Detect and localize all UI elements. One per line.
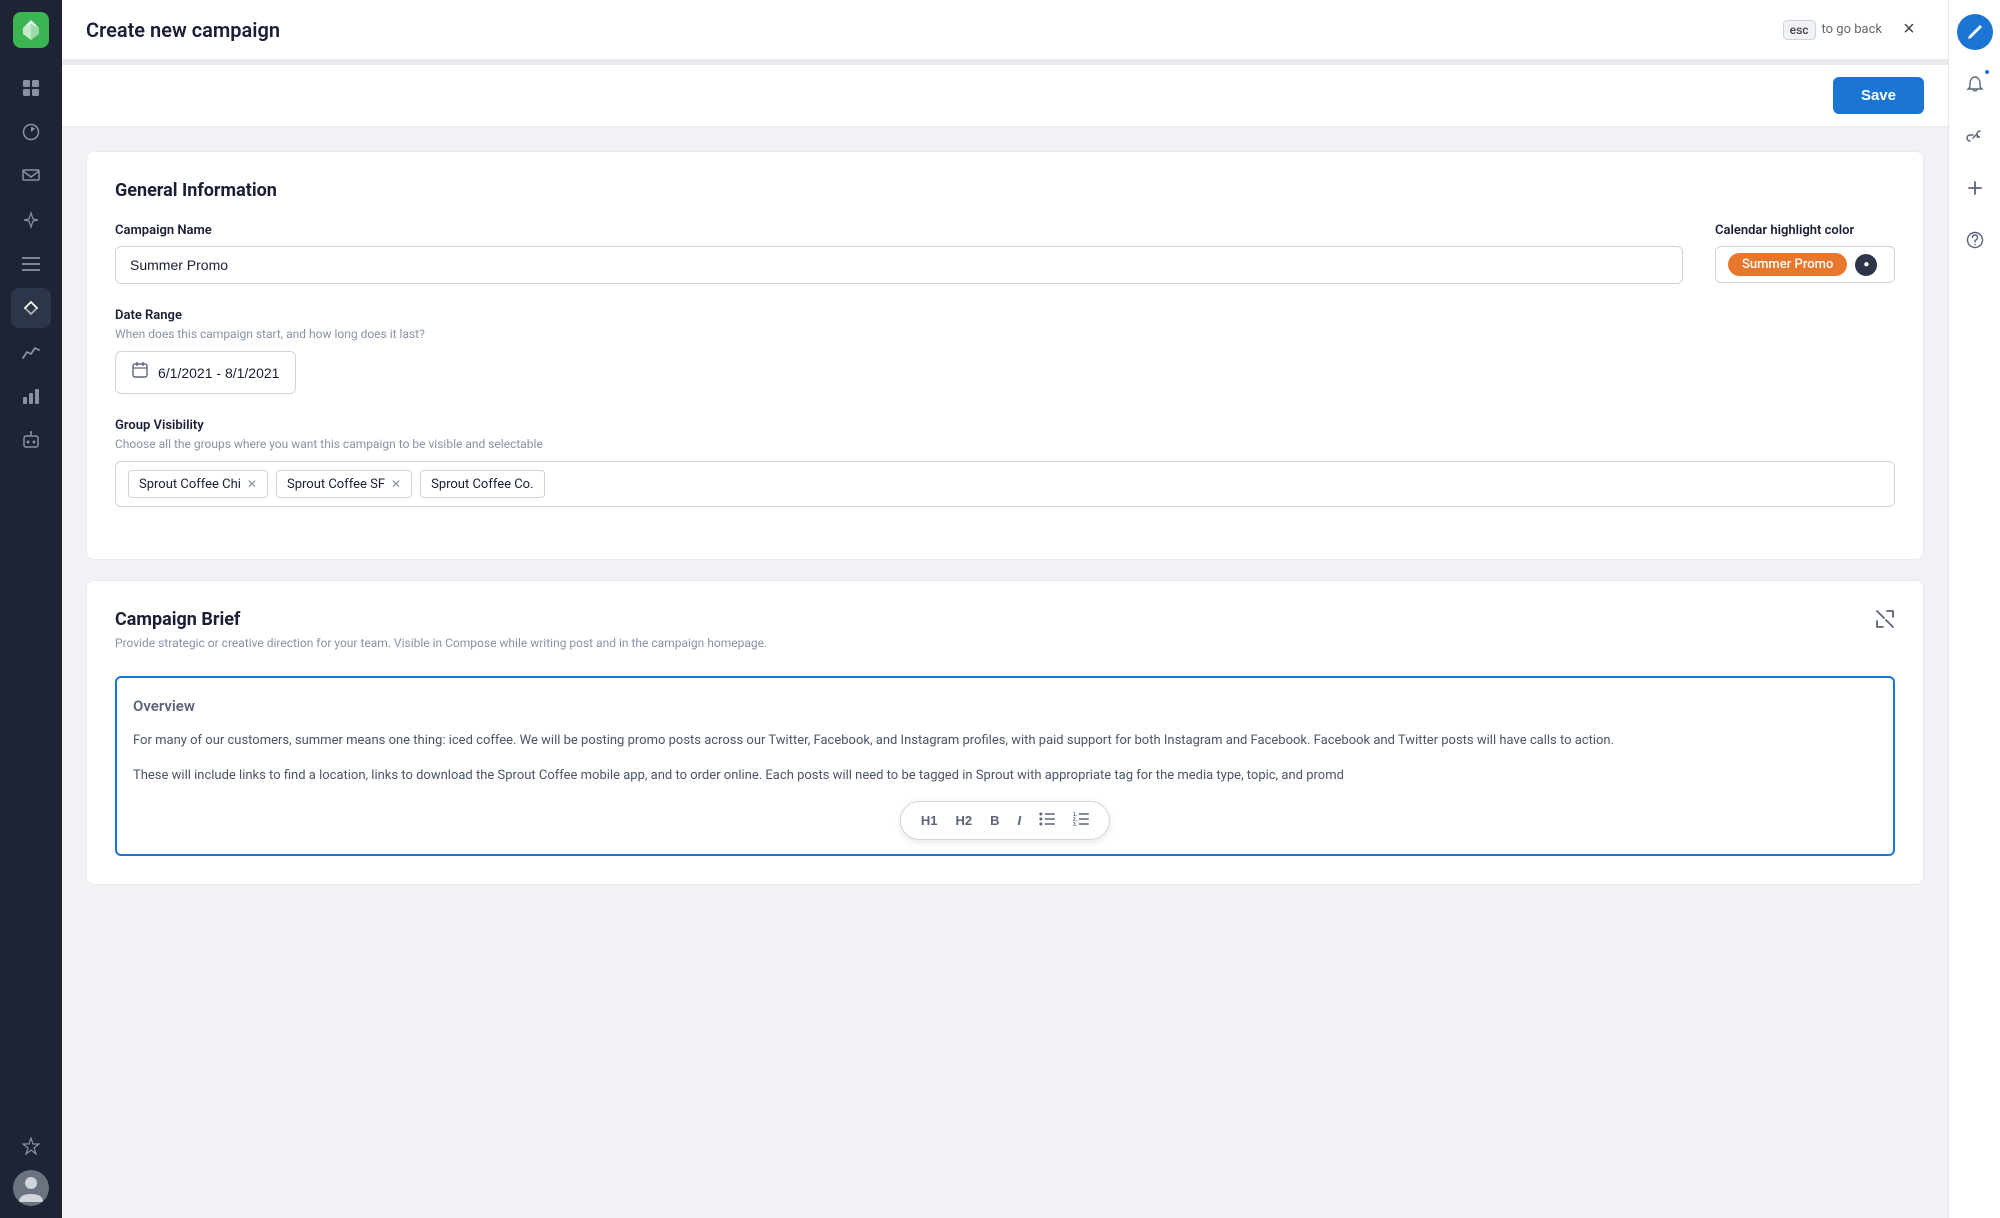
tag-sprout-coffee-chi: Sprout Coffee Chi ✕	[128, 470, 268, 498]
tag-remove-btn[interactable]: ✕	[391, 478, 401, 490]
user-avatar[interactable]	[13, 1170, 49, 1206]
save-button[interactable]: Save	[1833, 77, 1924, 114]
page-header: Create new campaign esc to go back ×	[62, 0, 1948, 60]
header-actions: esc to go back ×	[1783, 15, 1924, 45]
campaign-brief-card: Campaign Brief Provide strategic or crea…	[86, 580, 1924, 885]
right-panel	[1948, 0, 2000, 1218]
h2-button[interactable]: H2	[947, 809, 980, 832]
editor-toolbar: H1 H2 B I	[900, 801, 1110, 840]
brief-editor[interactable]: Overview For many of our customers, summ…	[115, 676, 1895, 856]
brief-text-2: These will include links to find a locat…	[133, 765, 1877, 786]
general-information-title: General Information	[115, 180, 1895, 201]
svg-text:3.: 3.	[1073, 822, 1078, 826]
tag-sprout-coffee-sf: Sprout Coffee SF ✕	[276, 470, 412, 498]
calendar-icon	[132, 362, 148, 383]
campaign-brief-sub: Provide strategic or creative direction …	[115, 636, 767, 650]
group-visibility-input[interactable]: Sprout Coffee Chi ✕ Sprout Coffee SF ✕ S…	[115, 461, 1895, 507]
campaign-name-row: Campaign Name Calendar highlight color S…	[115, 223, 1895, 284]
tag-sprout-coffee-co: Sprout Coffee Co.	[420, 470, 544, 498]
go-back-label: to go back	[1822, 22, 1882, 37]
compose-icon[interactable]	[1957, 14, 1993, 50]
link-icon[interactable]	[1957, 118, 1993, 154]
date-range-section: Date Range When does this campaign start…	[115, 308, 1895, 394]
bold-button[interactable]: B	[982, 809, 1007, 832]
main-content: Create new campaign esc to go back × Sav…	[62, 0, 1948, 1218]
sidebar-item-star[interactable]	[11, 1126, 51, 1166]
campaign-name-group: Campaign Name	[115, 223, 1683, 284]
expand-button[interactable]	[1875, 609, 1895, 633]
add-icon[interactable]	[1957, 170, 1993, 206]
group-visibility-label: Group Visibility	[115, 418, 1895, 433]
sidebar-item-dashboard[interactable]	[11, 68, 51, 108]
close-button[interactable]: ×	[1894, 15, 1924, 45]
esc-hint: esc to go back	[1783, 20, 1882, 40]
sidebar-item-reports[interactable]	[11, 376, 51, 416]
h1-button[interactable]: H1	[913, 809, 946, 832]
italic-button[interactable]: I	[1010, 809, 1030, 832]
date-range-sub: When does this campaign start, and how l…	[115, 327, 1895, 341]
help-icon[interactable]	[1957, 222, 1993, 258]
toolbar: Save	[62, 65, 1948, 127]
sidebar-item-campaigns[interactable]	[11, 288, 51, 328]
brief-overview-label: Overview	[133, 694, 1877, 718]
campaign-brief-title: Campaign Brief	[115, 609, 767, 630]
group-visibility-sub: Choose all the groups where you want thi…	[115, 437, 1895, 451]
date-range-button[interactable]: 6/1/2021 - 8/1/2021	[115, 351, 296, 394]
tag-remove-btn[interactable]: ✕	[247, 478, 257, 490]
tag-label: Sprout Coffee Co.	[431, 477, 533, 492]
brief-header: Campaign Brief Provide strategic or crea…	[115, 609, 1895, 660]
ordered-list-button[interactable]: 1. 2. 3.	[1065, 808, 1097, 833]
brief-header-text: Campaign Brief Provide strategic or crea…	[115, 609, 767, 660]
date-range-label: Date Range	[115, 308, 1895, 323]
app-logo[interactable]	[13, 12, 49, 48]
content-area: General Information Campaign Name Calend…	[62, 127, 1948, 1218]
campaign-name-label: Campaign Name	[115, 223, 1683, 238]
sidebar-item-analytics[interactable]	[11, 112, 51, 152]
page-title: Create new campaign	[86, 18, 280, 42]
calendar-highlight-label: Calendar highlight color	[1715, 223, 1895, 238]
tag-label: Sprout Coffee SF	[287, 477, 385, 492]
sidebar-item-bot[interactable]	[11, 420, 51, 460]
sidebar-item-pin[interactable]	[11, 200, 51, 240]
notification-icon[interactable]	[1957, 66, 1993, 102]
brief-text-1: For many of our customers, summer means …	[133, 730, 1877, 751]
sidebar-item-list[interactable]	[11, 244, 51, 284]
calendar-highlight-selector[interactable]: Summer Promo ●	[1715, 246, 1895, 283]
group-visibility-section: Group Visibility Choose all the groups w…	[115, 418, 1895, 507]
tag-label: Sprout Coffee Chi	[139, 477, 241, 492]
esc-key: esc	[1783, 20, 1816, 40]
sidebar	[0, 0, 62, 1218]
date-range-value: 6/1/2021 - 8/1/2021	[158, 365, 279, 381]
color-circle-btn[interactable]: ●	[1855, 254, 1877, 276]
general-information-card: General Information Campaign Name Calend…	[86, 151, 1924, 560]
unordered-list-button[interactable]	[1031, 808, 1063, 833]
notification-badge	[1983, 68, 1991, 76]
sidebar-item-performance[interactable]	[11, 332, 51, 372]
campaign-name-input[interactable]	[115, 246, 1683, 284]
sidebar-item-inbox[interactable]	[11, 156, 51, 196]
calendar-highlight-group: Calendar highlight color Summer Promo ●	[1715, 223, 1895, 284]
calendar-badge: Summer Promo	[1728, 253, 1847, 276]
